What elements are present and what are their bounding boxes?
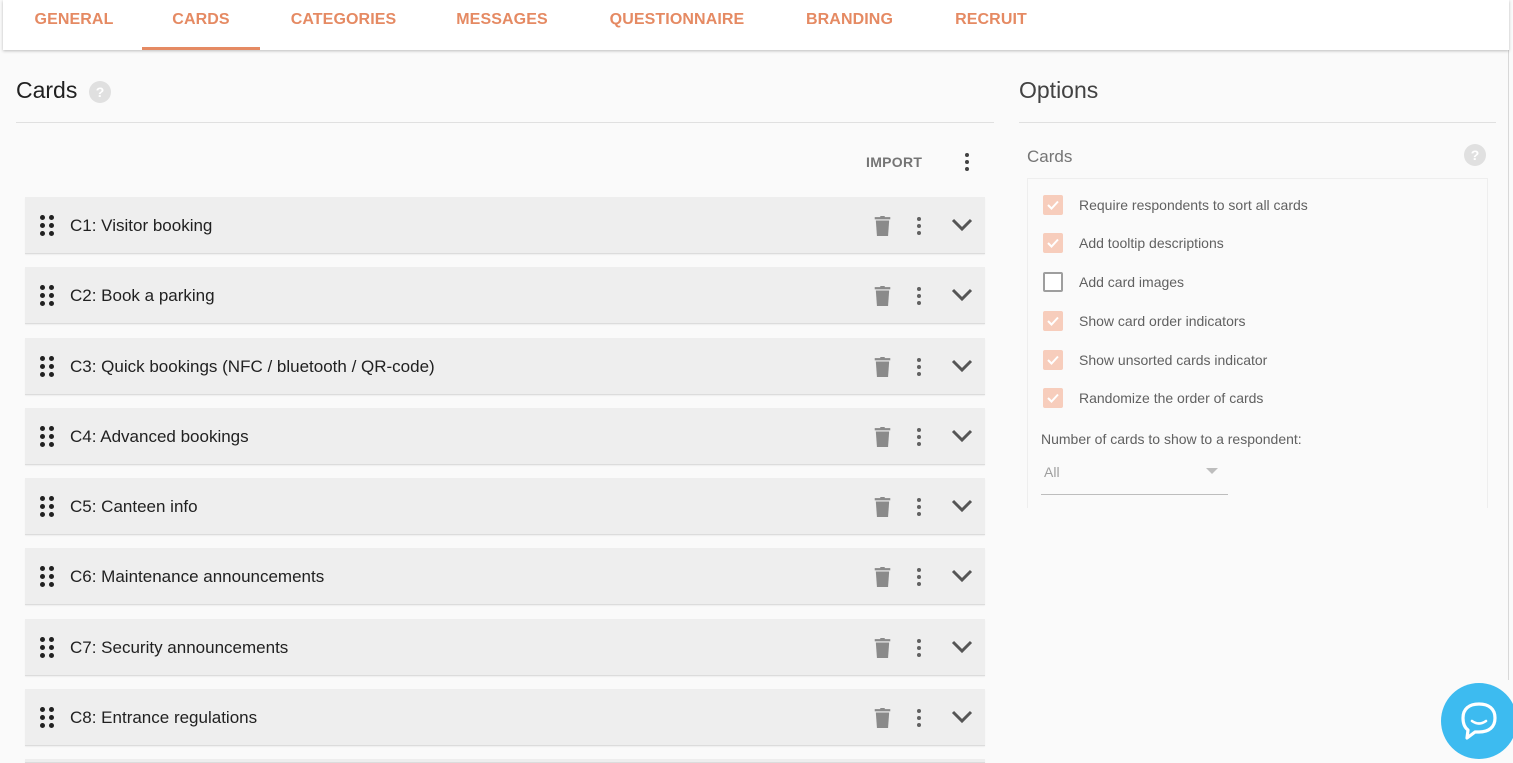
drag-handle-icon[interactable] — [40, 637, 54, 658]
tab-bar: GENERAL CARDS CATEGORIES MESSAGES QUESTI… — [3, 0, 1509, 50]
card-row[interactable]: C7: Security announcements — [25, 619, 985, 676]
chevron-down-icon[interactable] — [951, 568, 973, 584]
option-label: Show card order indicators — [1079, 313, 1246, 329]
option-tooltip-descriptions[interactable]: Add tooltip descriptions — [1043, 232, 1224, 254]
option-card-order-indicators[interactable]: Show card order indicators — [1043, 310, 1246, 332]
trash-icon[interactable] — [874, 427, 891, 447]
option-unsorted-indicator[interactable]: Show unsorted cards indicator — [1043, 349, 1267, 371]
trash-icon[interactable] — [874, 497, 891, 517]
caret-down-icon — [1206, 468, 1218, 474]
options-section-title: Cards — [1027, 147, 1073, 166]
option-card-images[interactable]: Add card images — [1043, 271, 1184, 293]
trash-icon[interactable] — [874, 286, 891, 306]
tab-cards[interactable]: CARDS — [142, 0, 260, 50]
trash-icon[interactable] — [874, 357, 891, 377]
page-title: Cards — [16, 77, 78, 103]
card-row[interactable]: C1: Visitor booking — [25, 197, 985, 254]
card-label: C2: Book a parking — [70, 286, 215, 305]
checkbox-checked-icon[interactable] — [1043, 233, 1063, 253]
more-vert-icon[interactable] — [909, 425, 929, 449]
num-cards-select[interactable]: All — [1041, 458, 1228, 495]
card-row[interactable]: C4: Advanced bookings — [25, 408, 985, 465]
more-vert-icon[interactable] — [909, 495, 929, 519]
options-header: Options — [1019, 76, 1496, 123]
tab-recruit[interactable]: RECRUIT — [953, 0, 1029, 50]
help-icon[interactable]: ? — [89, 81, 111, 103]
card-label: C4: Advanced bookings — [70, 427, 249, 446]
panel-edge-divider — [1508, 0, 1509, 680]
checkbox-checked-icon[interactable] — [1043, 350, 1063, 370]
checkbox-checked-icon[interactable] — [1043, 388, 1063, 408]
chevron-down-icon[interactable] — [951, 639, 973, 655]
card-label: C1: Visitor booking — [70, 216, 213, 235]
more-vert-icon[interactable] — [909, 214, 929, 238]
drag-handle-icon[interactable] — [40, 426, 54, 447]
tab-messages[interactable]: MESSAGES — [454, 0, 550, 50]
tab-general[interactable]: GENERAL — [34, 0, 114, 50]
help-icon[interactable]: ? — [1464, 144, 1486, 166]
card-row[interactable]: C5: Canteen info — [25, 478, 985, 535]
card-label: C3: Quick bookings (NFC / bluetooth / QR… — [70, 357, 435, 376]
checkbox-unchecked-icon[interactable] — [1043, 272, 1063, 292]
card-row[interactable]: C2: Book a parking — [25, 267, 985, 324]
trash-icon[interactable] — [874, 567, 891, 587]
trash-icon[interactable] — [874, 216, 891, 236]
drag-handle-icon[interactable] — [40, 496, 54, 517]
option-label: Show unsorted cards indicator — [1079, 352, 1268, 368]
drag-handle-icon[interactable] — [40, 285, 54, 306]
more-vert-icon[interactable] — [909, 565, 929, 589]
trash-icon[interactable] — [874, 708, 891, 728]
chat-launcher-button[interactable] — [1441, 683, 1513, 759]
card-row[interactable]: C3: Quick bookings (NFC / bluetooth / QR… — [25, 338, 985, 395]
card-label: C7: Security announcements — [70, 638, 289, 657]
more-vert-icon[interactable] — [909, 284, 929, 308]
option-label: Randomize the order of cards — [1079, 390, 1264, 406]
chevron-down-icon[interactable] — [951, 287, 973, 303]
drag-handle-icon[interactable] — [40, 215, 54, 236]
more-vert-icon[interactable] — [957, 150, 977, 174]
trash-icon[interactable] — [874, 638, 891, 658]
checkbox-checked-icon[interactable] — [1043, 195, 1063, 215]
chevron-down-icon[interactable] — [951, 217, 973, 233]
card-row[interactable]: C6: Maintenance announcements — [25, 548, 985, 605]
drag-handle-icon[interactable] — [40, 566, 54, 587]
option-label: Require respondents to sort all cards — [1079, 197, 1308, 213]
card-row[interactable] — [25, 759, 985, 763]
card-label: C6: Maintenance announcements — [70, 567, 325, 586]
import-button[interactable]: IMPORT — [866, 154, 922, 170]
more-vert-icon[interactable] — [909, 636, 929, 660]
option-label: Add card images — [1079, 274, 1185, 290]
option-randomize-order[interactable]: Randomize the order of cards — [1043, 387, 1263, 409]
card-row[interactable]: C8: Entrance regulations — [25, 689, 985, 746]
chevron-down-icon[interactable] — [951, 498, 973, 514]
drag-handle-icon[interactable] — [40, 356, 54, 377]
chevron-down-icon[interactable] — [951, 358, 973, 374]
card-label: C8: Entrance regulations — [70, 708, 258, 727]
card-label: C5: Canteen info — [70, 497, 198, 516]
tab-categories[interactable]: CATEGORIES — [290, 0, 397, 50]
chevron-down-icon[interactable] — [951, 428, 973, 444]
option-require-sort-all[interactable]: Require respondents to sort all cards — [1043, 194, 1308, 216]
num-cards-value: All — [1044, 464, 1060, 480]
drag-handle-icon[interactable] — [40, 707, 54, 728]
options-title: Options — [1019, 77, 1099, 103]
option-label: Add tooltip descriptions — [1079, 235, 1224, 251]
tab-branding[interactable]: BRANDING — [803, 0, 896, 50]
checkbox-checked-icon[interactable] — [1043, 311, 1063, 331]
more-vert-icon[interactable] — [909, 355, 929, 379]
num-cards-label: Number of cards to show to a respondent: — [1041, 431, 1302, 447]
cards-header: Cards — [16, 76, 994, 123]
more-vert-icon[interactable] — [909, 706, 929, 730]
tab-questionnaire[interactable]: QUESTIONNAIRE — [607, 0, 747, 50]
chat-icon — [1461, 702, 1497, 740]
chevron-down-icon[interactable] — [951, 709, 973, 725]
